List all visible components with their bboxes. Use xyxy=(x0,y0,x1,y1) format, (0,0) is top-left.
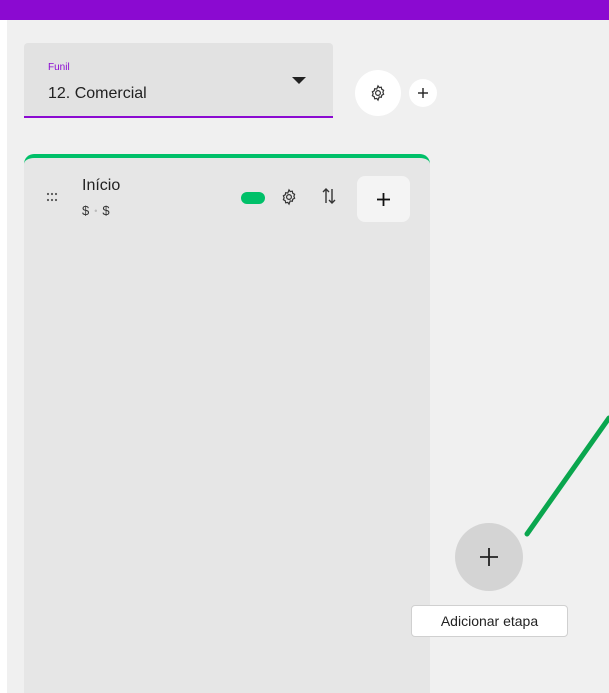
funnel-select[interactable]: Funil 12. Comercial xyxy=(24,43,333,118)
stage-column: Início $ • $ xyxy=(24,154,430,693)
caret-down-icon xyxy=(292,77,306,84)
stage-title: Início xyxy=(82,177,121,194)
add-card-button[interactable] xyxy=(357,176,410,222)
add-stage-button[interactable] xyxy=(455,523,523,591)
funnel-select-value: 12. Comercial xyxy=(48,85,147,102)
left-margin xyxy=(0,0,7,693)
funnel-select-label: Funil xyxy=(48,62,70,73)
stage-settings-button[interactable] xyxy=(280,188,298,211)
plus-icon xyxy=(418,88,428,98)
plus-icon xyxy=(480,548,498,566)
add-funnel-button[interactable] xyxy=(409,79,437,107)
top-app-bar xyxy=(0,0,609,20)
stage-total-left: $ xyxy=(82,203,90,218)
stage-sort-button[interactable] xyxy=(321,186,337,211)
stage-total-right: $ xyxy=(102,203,110,218)
funnel-settings-button[interactable] xyxy=(355,70,401,116)
gear-icon xyxy=(371,84,385,102)
gear-icon xyxy=(282,188,296,206)
stage-active-toggle[interactable] xyxy=(241,192,265,204)
drag-handle-icon[interactable] xyxy=(46,189,58,207)
stage-totals: $ • $ xyxy=(82,203,110,218)
stage-total-separator: • xyxy=(94,205,98,216)
plus-icon xyxy=(377,192,390,206)
sort-arrows-icon xyxy=(322,188,336,204)
add-stage-tooltip: Adicionar etapa xyxy=(411,605,568,637)
